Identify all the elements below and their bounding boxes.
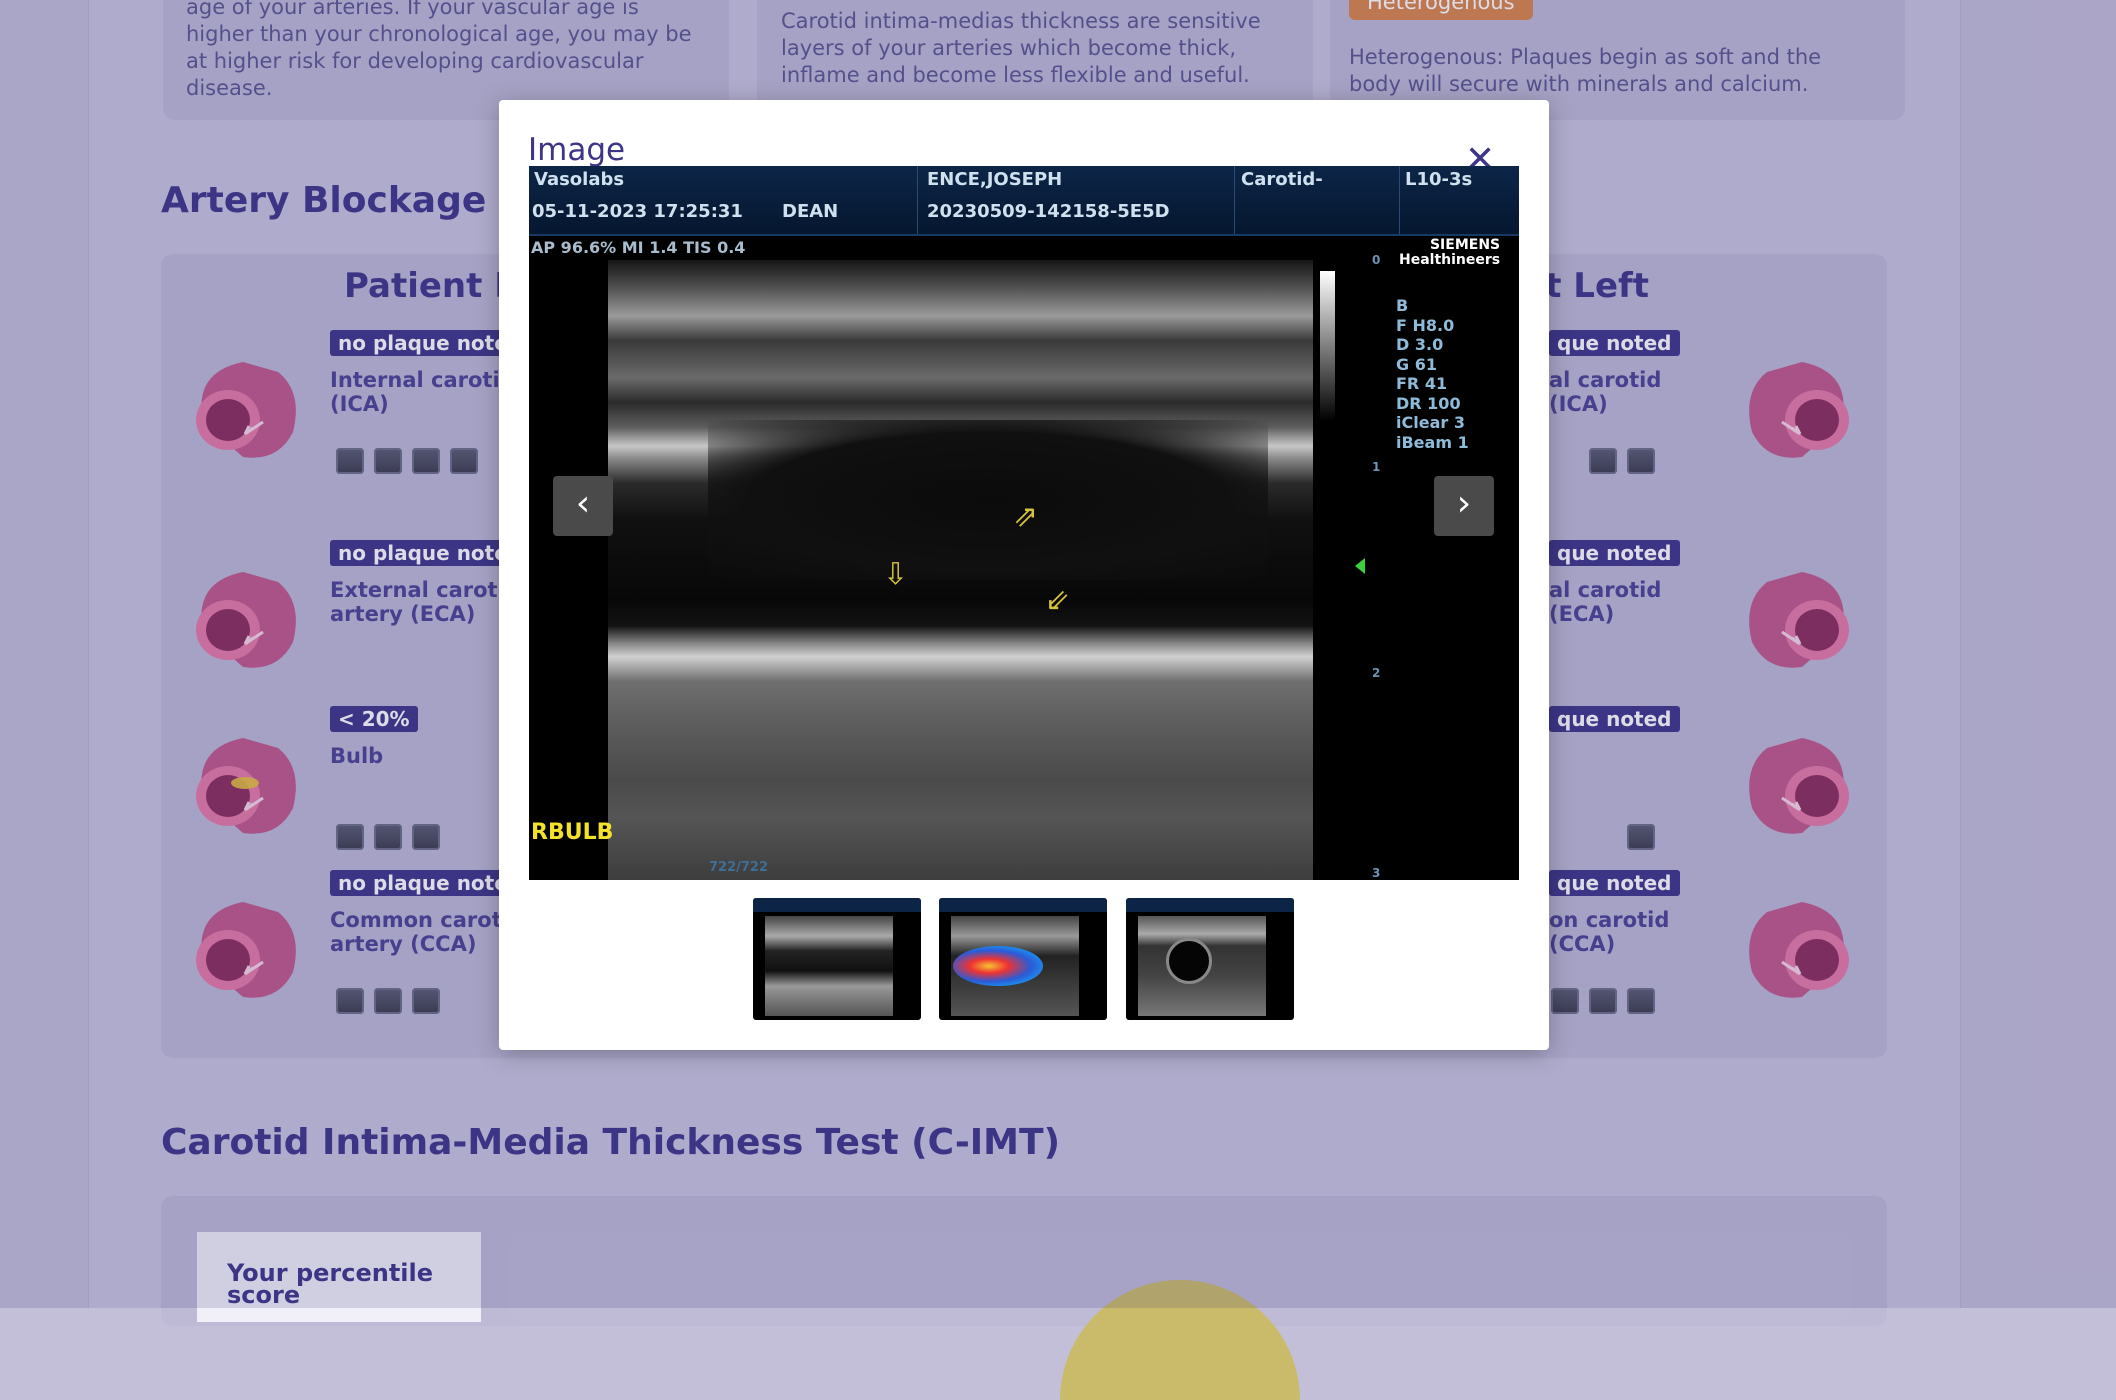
thumbnail-3[interactable] (1126, 898, 1294, 1020)
scan-datetime: 05-11-2023 17:25:31 (532, 201, 743, 222)
scan-parameter: FR 41 (1396, 374, 1448, 393)
header-divider (917, 166, 918, 234)
depth-tick-2: 2 (1372, 666, 1381, 680)
chevron-right-icon[interactable]: › (1434, 476, 1494, 536)
operator-name: DEAN (782, 201, 839, 222)
depth-tick-1: 1 (1372, 460, 1381, 474)
ultrasound-scan (608, 260, 1313, 880)
scan-parameter: G 61 (1396, 354, 1437, 374)
header-divider (1234, 166, 1235, 234)
header-divider (1399, 166, 1400, 234)
exam-type: Carotid- (1241, 169, 1323, 190)
logo-line-1: SIEMENS (1429, 237, 1501, 253)
depth-tick-3: 3 (1372, 866, 1381, 880)
ultrasound-header: Vasolabs 05-11-2023 17:25:31 DEAN ENCE,J… (529, 166, 1519, 236)
scan-parameter: D 3.0 (1396, 335, 1444, 354)
focus-marker-icon (1355, 558, 1365, 574)
scan-label: RBULB (531, 820, 614, 845)
marker-arrow-icon: ⇙ (1045, 583, 1071, 618)
image-modal: Image ✕ Vasolabs 05-11-2023 17:25:31 DEA… (499, 100, 1549, 1050)
clinic-name: Vasolabs (534, 169, 625, 190)
power-readout: AP 96.6% MI 1.4 TIS 0.4 (531, 238, 746, 257)
modal-title: Image (528, 132, 626, 168)
chevron-left-icon[interactable]: ‹ (553, 476, 613, 536)
ultrasound-image: Vasolabs 05-11-2023 17:25:31 DEAN ENCE,J… (529, 166, 1519, 880)
scan-parameter: iBeam 1 (1396, 432, 1469, 452)
vessel-lumen (708, 420, 1268, 580)
doppler-flow (953, 946, 1043, 986)
study-id: 20230509-142158-5E5D (927, 201, 1170, 222)
frame-counter: 722/722 (709, 860, 769, 875)
logo-line-2: Healthineers (1399, 252, 1501, 268)
marker-arrow-icon: ⇗ (1013, 499, 1039, 534)
scan-parameter: F H8.0 (1396, 315, 1455, 335)
siemens-logo: SIEMENS Healthineers (1399, 238, 1500, 268)
thumbnail-1[interactable] (753, 898, 921, 1020)
vessel-cross-section (1166, 938, 1212, 984)
scan-parameters: BF H8.0 D 3.0 G 61 FR 41 DR 100 iClear 3 iBeam… (1396, 296, 1469, 452)
marker-arrow-icon: ⇩ (883, 557, 909, 592)
thumbnail-2[interactable] (939, 898, 1107, 1020)
depth-tick-0: 0 (1372, 253, 1381, 267)
scan-parameter: iClear 3 (1396, 413, 1465, 432)
scan-parameter: B (1396, 296, 1409, 315)
patient-name: ENCE,JOSEPH (927, 169, 1063, 190)
scan-parameter: DR 100 (1396, 393, 1461, 413)
grayscale-bar (1320, 271, 1335, 421)
probe-model: L10-3s (1405, 169, 1473, 190)
